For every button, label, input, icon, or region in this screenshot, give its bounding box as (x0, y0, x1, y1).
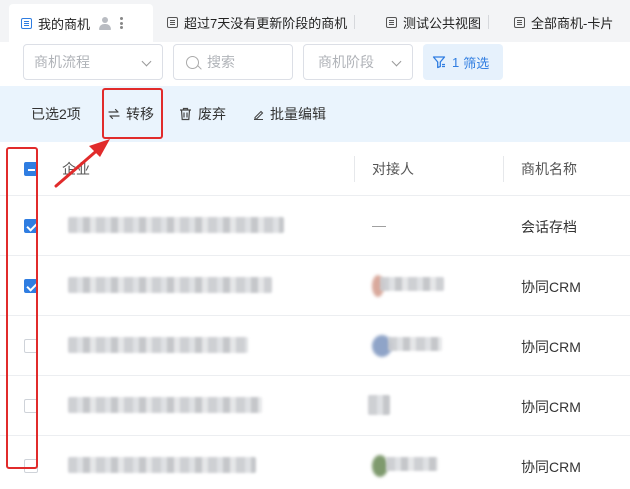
annotation-arrow (54, 139, 110, 188)
